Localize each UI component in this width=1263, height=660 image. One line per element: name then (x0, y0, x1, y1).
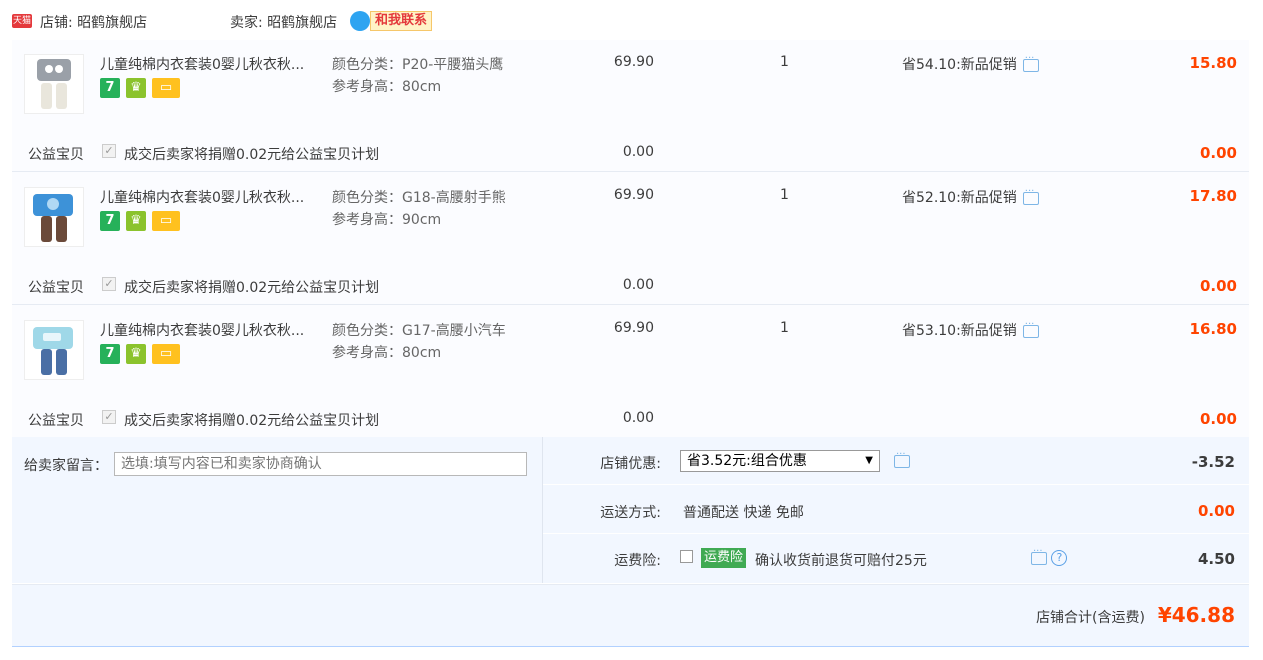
seven-day-return-icon: 7 (100, 344, 120, 364)
sku-color: 颜色分类：G17-高腰小汽车 (332, 323, 506, 339)
charity-row: 公益宝贝 ✓ 成交后卖家将捐赠0.02元给公益宝贝计划 0.00 0.00 (12, 265, 1249, 305)
sku-color: 颜色分类：G18-高腰射手熊 (332, 190, 506, 206)
shop-header: 天猫 店铺: 昭鹤旗舰店 卖家: 昭鹤旗舰店 和我联系 (0, 0, 1263, 42)
quantity: 1 (780, 187, 789, 203)
shop-name[interactable]: 店铺: 昭鹤旗舰店 (40, 12, 147, 32)
promo-text: 省52.10:新品促销 (902, 190, 1017, 206)
message-input[interactable] (114, 452, 527, 476)
dropdown-arrow-icon: ▼ (865, 455, 873, 466)
insurance-row: 运费险: 运费险 确认收货前退货可赔付25元 ? 4.50 (543, 534, 1249, 582)
credit-card-icon: ▭ (152, 78, 180, 98)
charity-price: 0.00 (622, 277, 654, 293)
shop-total-row: 店铺合计(含运费) ¥46.88 (12, 584, 1249, 646)
contact-seller-button[interactable]: 和我联系 (370, 11, 433, 31)
sku-color: 颜色分类：P20-平腰猫头鹰 (332, 57, 504, 73)
charity-row: 公益宝贝 ✓ 成交后卖家将捐赠0.02元给公益宝贝计划 0.00 0.00 (12, 132, 1249, 172)
credit-card-icon: ▭ (152, 344, 180, 364)
sku-height: 参考身高：90cm (332, 212, 442, 228)
shop-total-label: 店铺合计(含运费) (1036, 610, 1145, 626)
shipping-value: 普通配送 快递 免邮 (683, 505, 804, 521)
comment-icon[interactable] (1031, 546, 1047, 565)
charity-checkbox[interactable]: ✓ (102, 277, 116, 291)
product-title[interactable]: 儿童纯棉内衣套装0婴儿秋衣秋... (100, 187, 325, 207)
sku-height: 参考身高：80cm (332, 79, 442, 95)
product-thumbnail[interactable] (24, 54, 84, 114)
item-row: 儿童纯棉内衣套装0婴儿秋衣秋... 7 ♛ ▭ 颜色分类：G17-高腰小汽车 参… (12, 306, 1249, 398)
charity-text: 成交后卖家将捐赠0.02元给公益宝贝计划 (124, 147, 380, 163)
product-sku: 颜色分类：P20-平腰猫头鹰 参考身高：80cm (332, 54, 503, 98)
charity-label: 公益宝贝 (28, 413, 84, 429)
insurance-checkbox[interactable] (680, 550, 693, 563)
insurance-badge: 运费险 (701, 548, 747, 568)
shipping-label: 运送方式: (600, 505, 661, 521)
item-row: 儿童纯棉内衣套装0婴儿秋衣秋... 7 ♛ ▭ 颜色分类：G18-高腰射手熊 参… (12, 173, 1249, 265)
charity-price: 0.00 (622, 144, 654, 160)
comment-icon[interactable] (894, 449, 910, 468)
quality-cup-icon: ♛ (126, 211, 146, 231)
item-subtotal: 16.80 (1189, 320, 1237, 338)
promo-text: 省54.10:新品促销 (902, 57, 1017, 73)
tmall-logo-icon: 天猫 (12, 14, 32, 28)
quantity: 1 (780, 320, 789, 336)
charity-checkbox[interactable]: ✓ (102, 410, 116, 424)
promo-text: 省53.10:新品促销 (902, 323, 1017, 339)
charity-subtotal: 0.00 (1199, 144, 1237, 162)
promo-info: 省54.10:新品促销 (902, 53, 1039, 74)
insurance-help: ? (1031, 546, 1068, 566)
help-icon[interactable]: ? (1051, 550, 1068, 566)
comment-icon[interactable] (1022, 319, 1039, 338)
discount-row: 店铺优惠: 省3.52元:组合优惠 ▼ -3.52 (543, 437, 1249, 485)
unit-price: 69.90 (613, 187, 654, 203)
divider (12, 646, 1249, 647)
charity-label: 公益宝贝 (28, 147, 84, 163)
insurance-text: 确认收货前退货可赔付25元 (755, 553, 927, 569)
discount-select[interactable]: 省3.52元:组合优惠 ▼ (680, 450, 880, 472)
comment-icon[interactable] (1022, 186, 1039, 205)
product-title[interactable]: 儿童纯棉内衣套装0婴儿秋衣秋... (100, 320, 325, 340)
insurance-amount: 4.50 (1197, 550, 1235, 568)
charity-price: 0.00 (622, 410, 654, 426)
credit-card-icon: ▭ (152, 211, 180, 231)
charity-label: 公益宝贝 (28, 280, 84, 296)
shop-total-value: ¥46.88 (1157, 603, 1235, 627)
seller-name[interactable]: 卖家: 昭鹤旗舰店 (230, 12, 337, 32)
comment-icon[interactable] (1022, 53, 1039, 72)
product-sku: 颜色分类：G18-高腰射手熊 参考身高：90cm (332, 187, 506, 231)
product-title[interactable]: 儿童纯棉内衣套装0婴儿秋衣秋... (100, 54, 325, 74)
shipping-row: 运送方式: 普通配送 快递 免邮 0.00 (543, 486, 1249, 534)
seven-day-return-icon: 7 (100, 211, 120, 231)
product-thumbnail[interactable] (24, 320, 84, 380)
item-subtotal: 17.80 (1189, 187, 1237, 205)
unit-price: 69.90 (613, 320, 654, 336)
discount-amount: -3.52 (1191, 453, 1235, 471)
discount-selected: 省3.52元:组合优惠 (687, 453, 807, 469)
item-subtotal: 15.80 (1189, 54, 1237, 72)
message-label: 给卖家留言： (24, 458, 108, 474)
promo-info: 省53.10:新品促销 (902, 319, 1039, 340)
insurance-label: 运费险: (614, 553, 661, 569)
item-row: 儿童纯棉内衣套装0婴儿秋衣秋... 7 ♛ ▭ 颜色分类：P20-平腰猫头鹰 参… (12, 40, 1249, 132)
charity-row: 公益宝贝 ✓ 成交后卖家将捐赠0.02元给公益宝贝计划 0.00 0.00 (12, 398, 1249, 438)
quantity: 1 (780, 54, 789, 70)
promo-info: 省52.10:新品促销 (902, 186, 1039, 207)
order-options: 给卖家留言： 店铺优惠: 省3.52元:组合优惠 ▼ -3.52 运送方式: 普… (12, 437, 1249, 583)
discount-label: 店铺优惠: (600, 456, 661, 472)
quality-cup-icon: ♛ (126, 344, 146, 364)
charity-text: 成交后卖家将捐赠0.02元给公益宝贝计划 (124, 413, 380, 429)
sku-height: 参考身高：80cm (332, 345, 442, 361)
charity-subtotal: 0.00 (1199, 277, 1237, 295)
charity-checkbox[interactable]: ✓ (102, 144, 116, 158)
seven-day-return-icon: 7 (100, 78, 120, 98)
shipping-amount: 0.00 (1197, 502, 1235, 520)
quality-cup-icon: ♛ (126, 78, 146, 98)
charity-subtotal: 0.00 (1199, 410, 1237, 428)
product-sku: 颜色分类：G17-高腰小汽车 参考身高：80cm (332, 320, 506, 364)
wangwang-icon[interactable] (350, 11, 370, 31)
charity-text: 成交后卖家将捐赠0.02元给公益宝贝计划 (124, 280, 380, 296)
product-thumbnail[interactable] (24, 187, 84, 247)
unit-price: 69.90 (613, 54, 654, 70)
